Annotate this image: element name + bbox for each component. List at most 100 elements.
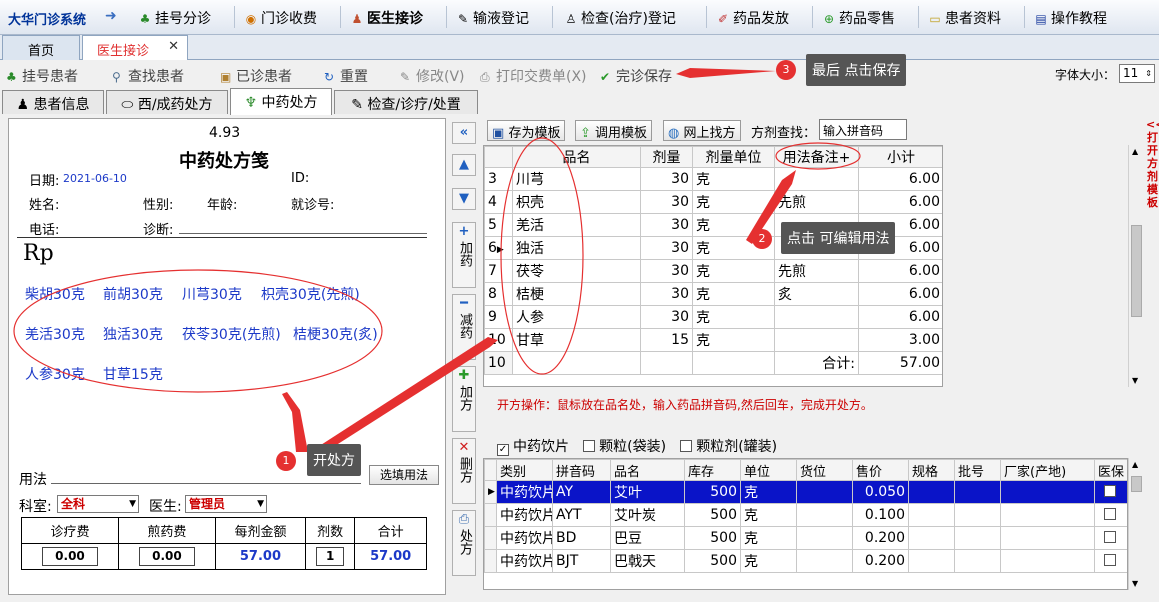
menu-item-retail[interactable]: ⊕ 药品零售 [822, 8, 895, 28]
tab-home[interactable]: 首页 [2, 35, 80, 60]
menu-item-exam[interactable]: ♙ 检查(治疗)登记 [564, 8, 676, 28]
table-row[interactable]: 中药饮片 BD 巴豆 500 克 0.200 [484, 526, 1127, 550]
table-row[interactable]: 中药饮片 AYT 艾叶炭 500 克 0.100 [484, 503, 1127, 527]
reset-button[interactable]: ↻ 重置 [324, 66, 368, 86]
close-icon[interactable]: ✕ [168, 39, 179, 54]
checkbox-icon[interactable] [1104, 485, 1116, 497]
note-cell[interactable]: 先煎 [774, 190, 859, 214]
print-prescription-button[interactable]: ⎙ 处方 [452, 510, 476, 576]
unit-cell: 克 [692, 282, 775, 306]
herb-icon: ♆ [244, 95, 258, 111]
drug-name-cell[interactable]: 甘草 [512, 328, 641, 352]
rx-search-input[interactable]: 输入拼音码 [819, 119, 907, 140]
filter-granule-jar[interactable]: 颗粒剂(罐装) [680, 439, 777, 455]
scroll-down-icon[interactable]: ▼ [1132, 376, 1138, 385]
tab-western-rx[interactable]: ⬭ 西/成药处方 [106, 90, 228, 114]
modify-button[interactable]: ✎ 修改(V) [400, 66, 465, 86]
dose-cell[interactable]: 30 [640, 236, 693, 260]
save-button[interactable]: ✔ 完诊保存 [600, 66, 672, 86]
menu-item-infusion[interactable]: ✎ 输液登记 [456, 8, 529, 28]
tab-chinese-rx[interactable]: ♆ 中药处方 [230, 88, 332, 115]
table-row[interactable]: 7 茯苓 30 克先煎 6.00 [484, 259, 942, 283]
department-label: 科室: [19, 499, 52, 515]
add-prescription-button[interactable]: ✚ 加方 [452, 366, 476, 432]
checkbox-checked-icon[interactable]: ✓ [497, 444, 509, 456]
move-up-icon[interactable]: ▲ [452, 154, 476, 176]
checkbox-icon[interactable] [1104, 554, 1116, 566]
drug-name-cell[interactable]: 川芎 [512, 167, 641, 191]
dose-cell[interactable]: 30 [640, 282, 693, 306]
dose-cell[interactable]: 30 [640, 259, 693, 283]
menu-item-billing[interactable]: ◉ 门诊收费 [244, 8, 317, 28]
drug-name-cell[interactable]: 茯苓 [512, 259, 641, 283]
table-row[interactable]: 9 人参 30 克 6.00 [484, 305, 942, 329]
remove-drug-button[interactable]: ━ 减药 [452, 294, 476, 360]
scrollbar[interactable]: ▲ ▼ [1128, 145, 1144, 387]
doses-input[interactable]: 1 [316, 547, 345, 566]
add-drug-button[interactable]: + 加药 [452, 222, 476, 288]
treatment-fee-input[interactable]: 0.00 [41, 547, 98, 566]
note-cell[interactable]: 炙 [774, 282, 859, 306]
menu-separator [340, 6, 341, 28]
tab-patient-info[interactable]: ♟ 患者信息 [2, 90, 104, 114]
delete-prescription-button[interactable]: ✕ 删方 [452, 438, 476, 504]
table-row[interactable]: 10 甘草 15 克 3.00 [484, 328, 942, 352]
prescription-sheet: 4.93 中药处方笺 日期: 2021-06-10 ID: 姓名: 性别: 年龄… [8, 118, 446, 595]
print-receipt-button[interactable]: ⎙ 打印交费单(X) [480, 66, 587, 86]
filter-herbal-slices[interactable]: ✓ 中药饮片 [497, 439, 569, 456]
doctor-select[interactable]: 管理员 ▼ [185, 495, 267, 513]
scroll-thumb[interactable] [1131, 476, 1142, 492]
table-row[interactable]: 3 川芎 30 克 6.00 [484, 167, 942, 191]
menu-item-patients[interactable]: ▭ 患者资料 [928, 8, 1001, 28]
checkbox-icon[interactable] [1104, 508, 1116, 520]
usage-note-header[interactable]: 用法备注+ [774, 146, 859, 168]
dose-cell[interactable]: 30 [640, 167, 693, 191]
scroll-up-icon[interactable]: ▲ [1132, 147, 1138, 156]
select-usage-button[interactable]: 选填用法 [369, 465, 439, 485]
decoction-fee-input[interactable]: 0.00 [138, 547, 195, 566]
table-row[interactable]: ▶ 中药饮片 AY 艾叶 500 克 0.050 [484, 480, 1127, 504]
font-size-select[interactable]: 11 ⇕ [1119, 64, 1155, 83]
note-cell[interactable]: 先煎 [774, 259, 859, 283]
save-template-button[interactable]: ▣ 存为模板 [487, 120, 566, 141]
scrollbar[interactable]: ▲ ▼ [1128, 458, 1144, 590]
table-row[interactable]: 4 枳壳 30 克先煎 6.00 [484, 190, 942, 214]
note-cell[interactable] [774, 328, 859, 352]
herb-item: 羌活30克 [25, 327, 85, 343]
menu-item-register[interactable]: ♣ 挂号分诊 [138, 8, 211, 28]
scroll-up-icon[interactable]: ▲ [1132, 460, 1138, 469]
checkbox-icon[interactable] [583, 440, 596, 452]
scroll-down-icon[interactable]: ▼ [1132, 579, 1138, 588]
menu-item-tutorial[interactable]: ▤ 操作教程 [1034, 8, 1107, 28]
drug-name-cell[interactable]: 枳壳 [512, 190, 641, 214]
open-template-link[interactable]: <<打开方剂模板 [1146, 118, 1159, 209]
checkbox-icon[interactable] [1104, 531, 1116, 543]
dose-cell[interactable]: 15 [640, 328, 693, 352]
tab-exam[interactable]: ✎ 检查/诊疗/处置 [334, 90, 478, 114]
drug-name-cell[interactable]: 独活 [512, 236, 641, 260]
department-select[interactable]: 全科 ▼ [57, 495, 139, 513]
checkbox-icon[interactable] [680, 440, 693, 452]
register-patient-button[interactable]: ♣ 挂号患者 [6, 66, 78, 86]
dose-cell[interactable]: 30 [640, 190, 693, 214]
find-patient-button[interactable]: ⚲ 查找患者 [112, 66, 184, 86]
seen-patients-button[interactable]: ▣ 已诊患者 [220, 66, 292, 86]
note-cell[interactable] [774, 305, 859, 329]
scroll-thumb[interactable] [1131, 225, 1142, 317]
dose-cell[interactable]: 30 [640, 213, 693, 237]
note-cell[interactable] [774, 167, 859, 191]
drug-name-cell[interactable]: 桔梗 [512, 282, 641, 306]
collapse-icon[interactable]: « [452, 122, 476, 144]
tab-doctor[interactable]: 医生接诊 ✕ [82, 35, 188, 60]
table-row[interactable]: 中药饮片 BJT 巴戟天 500 克 0.200 [484, 549, 1127, 573]
table-row[interactable]: 8 桔梗 30 克炙 6.00 [484, 282, 942, 306]
move-down-icon[interactable]: ▼ [452, 188, 476, 210]
use-template-button[interactable]: ⇪ 调用模板 [575, 120, 653, 141]
drug-name-cell[interactable]: 羌活 [512, 213, 641, 237]
menu-item-doctor[interactable]: ♟ 医生接诊 [350, 8, 423, 28]
dose-cell[interactable]: 30 [640, 305, 693, 329]
drug-name-cell[interactable]: 人参 [512, 305, 641, 329]
menu-item-medicine[interactable]: ✐ 药品发放 [716, 8, 789, 28]
filter-granule-bag[interactable]: 颗粒(袋装) [583, 439, 666, 455]
online-rx-button[interactable]: ◍ 网上找方 [663, 120, 741, 141]
